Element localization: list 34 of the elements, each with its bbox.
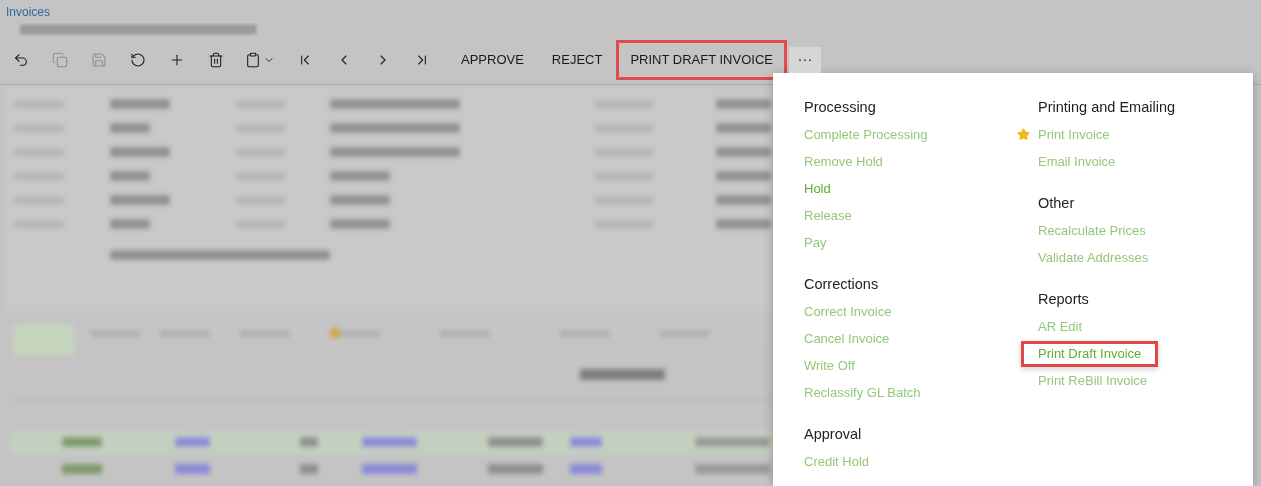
- menu-item[interactable]: AR Edit: [1038, 318, 1083, 335]
- menu-section-title: Processing: [804, 98, 877, 117]
- menu-item[interactable]: Print Invoice: [1038, 126, 1110, 143]
- back-arrow-icon: [12, 51, 29, 68]
- menu-item[interactable]: Complete Processing: [804, 126, 928, 143]
- toolbar-button[interactable]: PRINT DRAFT INVOICE: [616, 39, 787, 80]
- menu-item[interactable]: Validate Addresses: [1038, 249, 1149, 266]
- menu-item[interactable]: Email Invoice: [1038, 153, 1116, 170]
- copy-icon: [51, 51, 68, 68]
- menu-section-title: Other: [1038, 194, 1076, 213]
- menu-item[interactable]: Pay: [804, 234, 827, 251]
- menu-item[interactable]: Remove Hold: [804, 153, 883, 170]
- breadcrumb-link[interactable]: Invoices: [6, 5, 51, 19]
- clipboard-icon: [245, 51, 261, 68]
- more-button[interactable]: ···: [788, 46, 821, 73]
- menu-section-title: Reports: [1038, 290, 1090, 309]
- undo-icon: [129, 51, 146, 68]
- menu-item[interactable]: Write Off: [804, 357, 855, 374]
- menu-item[interactable]: Print Draft Invoice: [1021, 340, 1159, 367]
- toolbar-button[interactable]: REJECT: [537, 39, 617, 80]
- toolbar-button[interactable]: APPROVE: [447, 39, 538, 80]
- menu-item[interactable]: Credit Hold: [804, 453, 870, 470]
- menu-section-title: Printing and Emailing: [1038, 98, 1177, 117]
- menu-item[interactable]: Correct Invoice: [804, 303, 892, 320]
- menu-item[interactable]: Print ReBill Invoice: [1038, 372, 1148, 389]
- save-icon: [90, 51, 107, 68]
- menu-item[interactable]: Release: [804, 207, 852, 224]
- menu-item[interactable]: Hold: [804, 180, 831, 197]
- delete-icon: [207, 51, 224, 68]
- menu-section-title: Corrections: [804, 275, 880, 294]
- menu-section-title: Approval: [804, 425, 863, 444]
- menu-item[interactable]: Reclassify GL Batch: [804, 384, 921, 401]
- menu-item[interactable]: Recalculate Prices: [1038, 222, 1146, 239]
- menu-item[interactable]: Cancel Invoice: [804, 330, 890, 347]
